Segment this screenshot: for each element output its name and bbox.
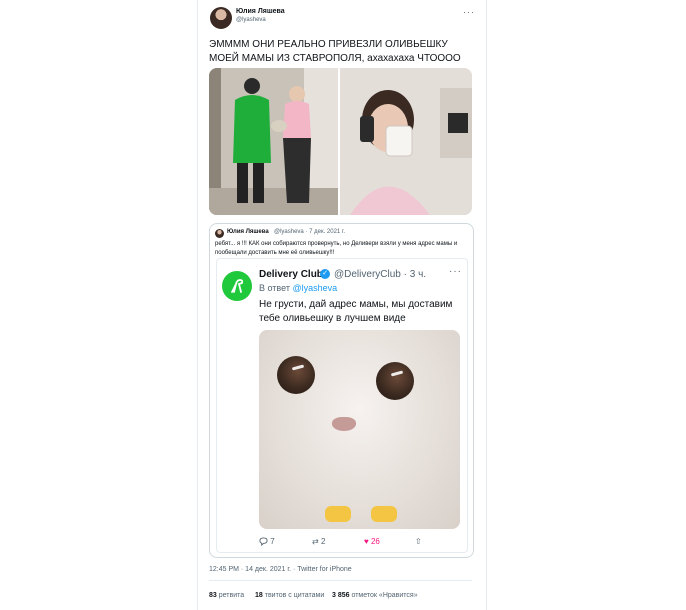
tweet-photo-delivery[interactable] — [209, 68, 338, 215]
share-action: ⇧ — [415, 537, 422, 546]
ostrich-logo-icon — [231, 279, 244, 293]
like-action: ♥ 26 — [364, 537, 380, 546]
likes-count: 3 856 — [332, 592, 350, 599]
cat-right-eye — [376, 362, 414, 400]
retweets-stat[interactable]: 83 ретвита — [209, 592, 244, 599]
retweet-count: 2 — [320, 537, 326, 546]
reply-to-line: В ответ @lyasheva — [259, 283, 337, 293]
reply-prefix: В ответ — [259, 283, 290, 293]
delivery-club-name: Delivery Club — [259, 269, 323, 280]
delivery-club-handle: @DeliveryClub · 3 ч. — [334, 269, 427, 280]
quoted-author-avatar — [215, 229, 224, 238]
reply-handle-link: @lyasheva — [292, 283, 338, 293]
more-options-icon[interactable]: ··· — [463, 7, 475, 17]
reply-icon — [259, 537, 268, 547]
author-handle[interactable]: @lyasheva — [236, 17, 266, 23]
reply-count: 7 — [270, 537, 275, 546]
quotes-label: твитов с цитатами — [264, 592, 325, 599]
retweets-label: ретвита — [218, 592, 245, 599]
share-icon: ⇧ — [415, 537, 422, 546]
quotes-stat[interactable]: 18 твитов с цитатами — [255, 592, 324, 599]
retweet-action: ⇄ 2 — [312, 537, 325, 546]
author-avatar[interactable] — [210, 7, 232, 29]
delivery-more-icon: ··· — [449, 266, 462, 277]
quoted-author-meta: @lyasheva · 7 дек. 2021 г. — [274, 229, 346, 235]
likes-label: отметок «Нравится» — [351, 592, 418, 599]
quotes-count: 18 — [255, 592, 263, 599]
tweet-text: ЭММММ ОНИ РЕАЛЬНО ПРИВЕЗЛИ ОЛИВЬЕШКУ МОЕ… — [209, 39, 461, 64]
author-name[interactable]: Юлия Ляшева — [236, 8, 285, 15]
delivery-club-avatar — [222, 271, 252, 301]
cat-image — [259, 330, 460, 529]
heart-icon: ♥ — [364, 537, 369, 546]
verified-badge-icon: ✓ — [320, 269, 330, 279]
footer-divider — [209, 580, 472, 581]
tweet-timestamp[interactable]: 12:45 PM · 14 дек. 2021 г. · Twitter for… — [209, 566, 352, 573]
retweet-icon: ⇄ — [312, 537, 319, 546]
cat-left-eye — [277, 356, 315, 394]
pointing-hand-icon — [325, 506, 351, 522]
like-count: 26 — [370, 537, 380, 546]
likes-stat[interactable]: 3 856 отметок «Нравится» — [332, 592, 418, 599]
retweets-count: 83 — [209, 592, 217, 599]
quoted-tweet-text: ребят... я !!! КАК они собираются провер… — [215, 241, 458, 256]
delivery-reply-text: Не грусти, дай адрес мамы, мы доставим т… — [259, 299, 453, 324]
tweet-photo-selfie[interactable] — [340, 68, 472, 215]
pointing-hand-icon — [371, 506, 397, 522]
cat-nose — [332, 417, 356, 431]
reply-action: 7 — [259, 537, 275, 547]
quoted-author-name: Юлия Ляшева — [227, 229, 269, 235]
